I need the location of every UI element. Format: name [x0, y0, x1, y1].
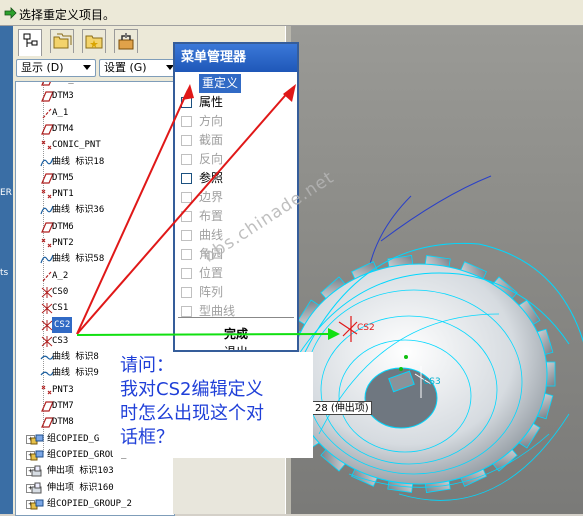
- red-arrow: [76, 84, 296, 335]
- red-arrow: [76, 84, 194, 335]
- green-arrow: [76, 328, 340, 340]
- annotation-arrows: [76, 84, 340, 340]
